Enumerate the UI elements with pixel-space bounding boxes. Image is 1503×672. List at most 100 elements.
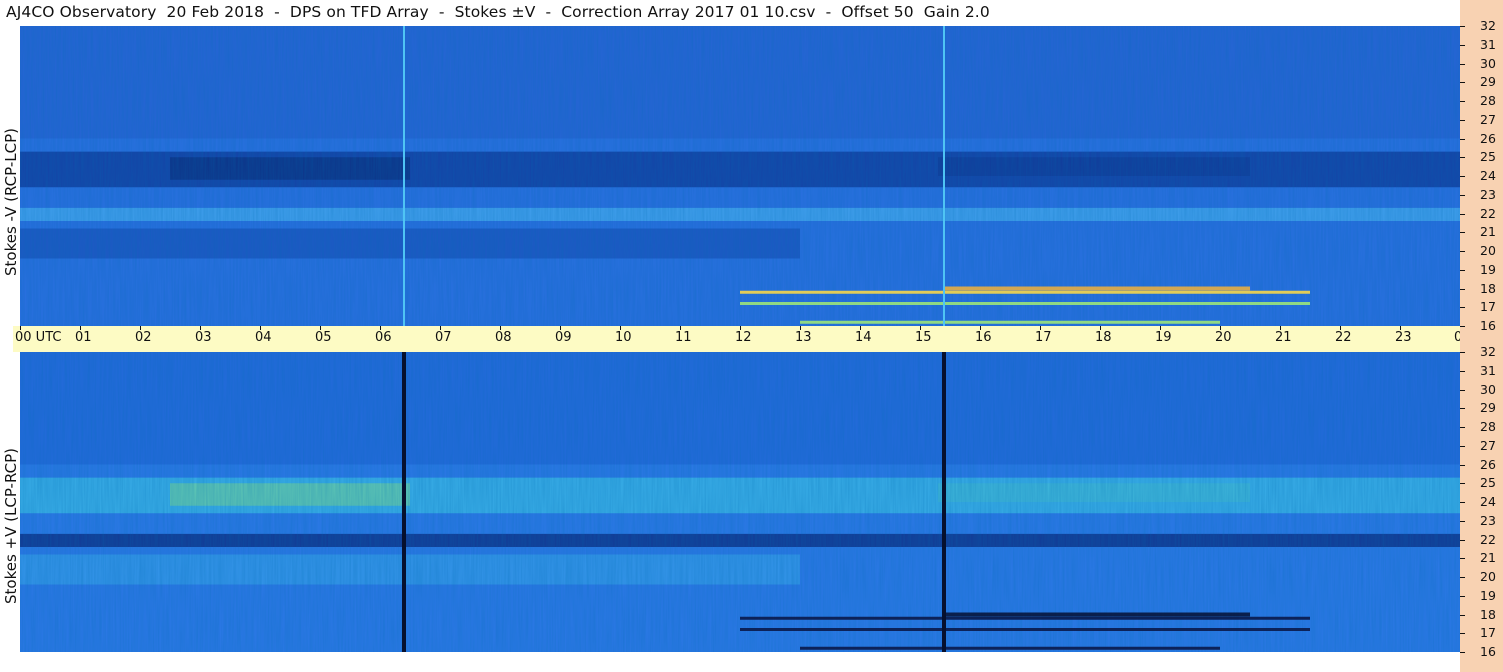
interference-strong (944, 286, 1250, 291)
freq-tick-mark (1460, 352, 1465, 353)
freq-tick-label: 27 (1480, 438, 1496, 453)
time-axis: 00 UTC 01 02 03 04 05 06 07 08 09 10 11 12 13 14 15 16 17… (13, 326, 1503, 352)
freq-tick-label: 18 (1480, 607, 1496, 622)
freq-tick-label: 20 (1480, 569, 1496, 584)
interference-band (800, 320, 1220, 324)
freq-tick-mark (1460, 446, 1465, 447)
freq-tick-label: 31 (1480, 363, 1496, 378)
freq-tick-label: 28 (1480, 419, 1496, 434)
freq-tick-label: 20 (1480, 243, 1496, 258)
freq-tick-label: 30 (1480, 382, 1496, 397)
freq-tick-mark (1460, 521, 1465, 522)
freq-tick-mark (1460, 45, 1465, 46)
time-tick-label: 14 (855, 330, 872, 345)
time-tick-label: 04 (255, 330, 272, 345)
time-marker (402, 352, 406, 652)
time-tick-mark (440, 326, 441, 330)
freq-tick-label: 31 (1480, 37, 1496, 52)
interference-strong (944, 612, 1250, 617)
freq-tick-mark (1460, 176, 1465, 177)
time-tick-label: 23 (1395, 330, 1412, 345)
time-tick-label: 07 (435, 330, 452, 345)
freq-tick-label: 24 (1480, 168, 1496, 183)
interference-band (740, 616, 1310, 620)
interference-band (740, 290, 1310, 294)
freq-tick-mark (1460, 101, 1465, 102)
freq-tick-mark (1460, 214, 1465, 215)
freq-tick-mark (1460, 82, 1465, 83)
freq-tick-mark (1460, 577, 1465, 578)
noise-texture (20, 26, 1460, 326)
time-tick-label: 01 (75, 330, 92, 345)
spectrogram-bottom-svg (20, 352, 1460, 652)
time-tick-mark (1160, 326, 1161, 330)
time-marker (943, 26, 945, 326)
freq-tick-label: 27 (1480, 112, 1496, 127)
time-tick-label: 00 UTC (15, 330, 62, 345)
time-tick-mark (380, 326, 381, 330)
interference-band (800, 646, 1220, 650)
time-tick-label: 08 (495, 330, 512, 345)
freq-tick-mark (1460, 408, 1465, 409)
freq-tick-label: 19 (1480, 588, 1496, 603)
freq-tick-label: 28 (1480, 93, 1496, 108)
time-tick-mark (1400, 326, 1401, 330)
time-tick-label: 21 (1275, 330, 1292, 345)
freq-tick-label: 18 (1480, 281, 1496, 296)
freq-tick-label: 17 (1480, 299, 1496, 314)
freq-tick-label: 16 (1480, 644, 1496, 659)
interference-band (740, 302, 1310, 305)
time-tick-label: 03 (195, 330, 212, 345)
freq-tick-mark (1460, 615, 1465, 616)
frequency-axis: 32 31 30 29 28 27 26 25 24 23 22 21 20 19 18 17 16 32 31 30… (1460, 0, 1503, 672)
time-tick-mark (140, 326, 141, 330)
time-tick-label: 22 (1335, 330, 1352, 345)
panel-bottom-ylabel: Stokes +V (LCP-RCP) (2, 448, 20, 604)
freq-tick-mark (1460, 483, 1465, 484)
time-tick-mark (20, 326, 21, 330)
time-tick-mark (680, 326, 681, 330)
time-tick-label: 15 (915, 330, 932, 345)
freq-tick-mark (1460, 633, 1465, 634)
freq-tick-label: 23 (1480, 187, 1496, 202)
freq-tick-mark (1460, 195, 1465, 196)
freq-tick-label: 17 (1480, 625, 1496, 640)
time-tick-label: 09 (555, 330, 572, 345)
time-marker (403, 26, 405, 326)
freq-tick-mark (1460, 427, 1465, 428)
freq-tick-label: 29 (1480, 74, 1496, 89)
freq-tick-mark (1460, 307, 1465, 308)
time-tick-label: 20 (1215, 330, 1232, 345)
time-tick-label: 12 (735, 330, 752, 345)
time-marker (942, 352, 946, 652)
freq-tick-label: 21 (1480, 550, 1496, 565)
freq-tick-mark (1460, 326, 1465, 327)
time-tick-mark (320, 326, 321, 330)
time-tick-mark (860, 326, 861, 330)
time-tick-mark (620, 326, 621, 330)
time-tick-label: 19 (1155, 330, 1172, 345)
time-tick-mark (500, 326, 501, 330)
freq-tick-mark (1460, 64, 1465, 65)
freq-tick-label: 23 (1480, 513, 1496, 528)
freq-tick-mark (1460, 371, 1465, 372)
time-tick-mark (1280, 326, 1281, 330)
freq-tick-label: 21 (1480, 224, 1496, 239)
freq-tick-label: 30 (1480, 56, 1496, 71)
freq-tick-label: 25 (1480, 475, 1496, 490)
freq-tick-mark (1460, 26, 1465, 27)
time-tick-mark (1220, 326, 1221, 330)
time-tick-mark (800, 326, 801, 330)
time-tick-label: 10 (615, 330, 632, 345)
freq-tick-mark (1460, 465, 1465, 466)
freq-tick-mark (1460, 120, 1465, 121)
freq-tick-label: 16 (1480, 318, 1496, 333)
freq-tick-mark (1460, 652, 1465, 653)
freq-tick-mark (1460, 157, 1465, 158)
freq-tick-mark (1460, 540, 1465, 541)
spectrogram-top-svg (20, 26, 1460, 326)
interference-band (740, 628, 1310, 631)
freq-tick-mark (1460, 390, 1465, 391)
freq-tick-label: 24 (1480, 494, 1496, 509)
time-tick-label: 17 (1035, 330, 1052, 345)
